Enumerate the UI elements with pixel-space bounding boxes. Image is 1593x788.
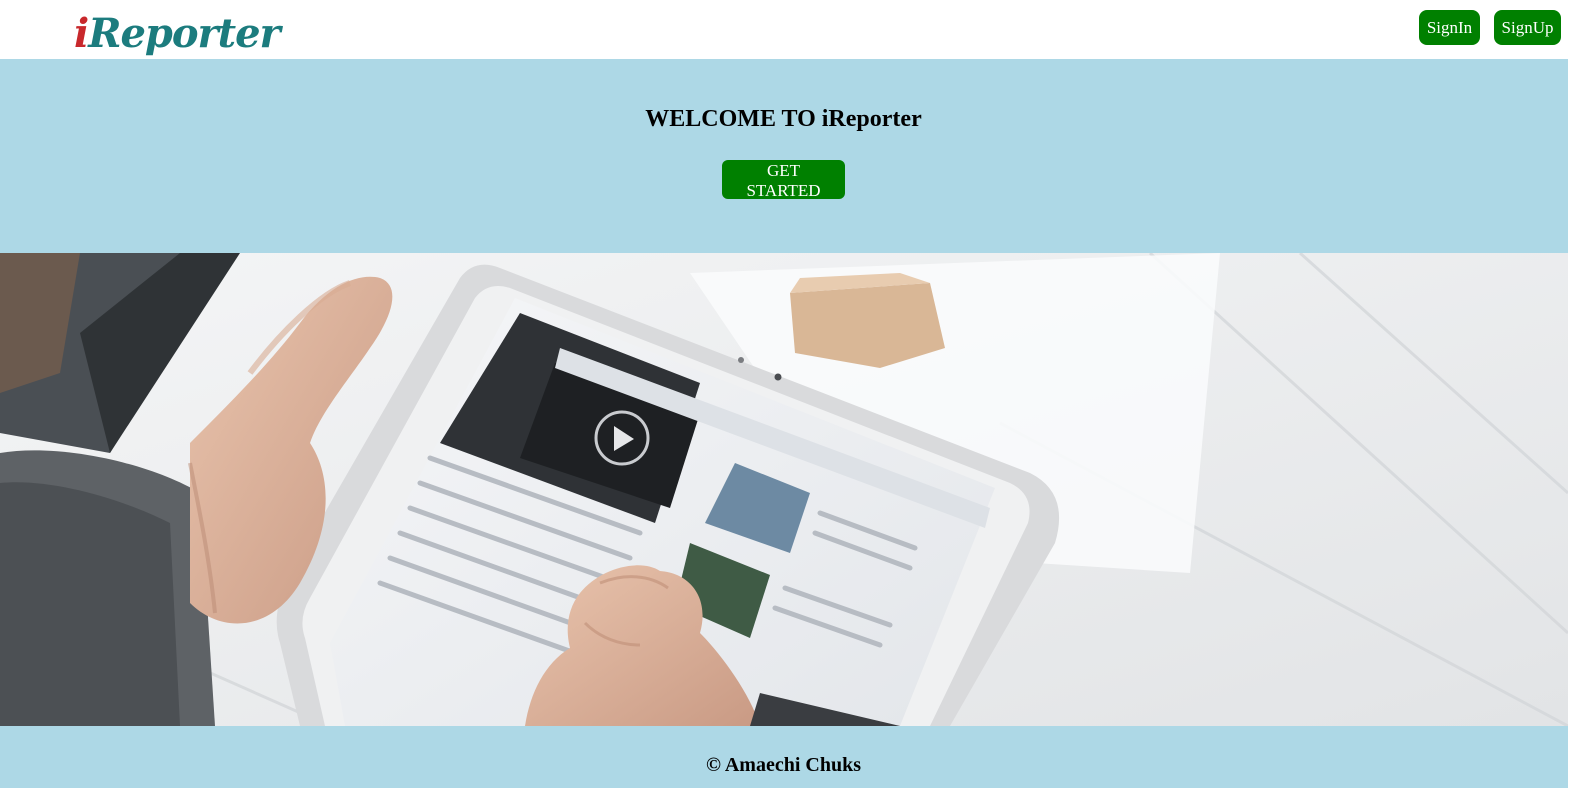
top-navbar: iReporter SignIn SignUp (0, 0, 1593, 59)
signup-button[interactable]: SignUp (1494, 10, 1561, 45)
hero-title: WELCOME TO iReporter (645, 106, 922, 132)
footer: © Amaechi Chuks (0, 726, 1593, 788)
get-started-button[interactable]: GET STARTED (722, 160, 845, 200)
ireporter-logo[interactable]: iReporter (74, 2, 281, 66)
logo-wordmark: Reporter (88, 10, 280, 57)
signin-button[interactable]: SignIn (1419, 10, 1480, 45)
tablet-news-photo-icon (0, 253, 1568, 726)
logo-letter-i: i (74, 10, 89, 57)
copyright-text: © Amaechi Chuks (706, 754, 861, 776)
hero-section: WELCOME TO iReporter GET STARTED (0, 59, 1593, 253)
page-gutter (1568, 59, 1593, 788)
banner-image (0, 253, 1568, 726)
